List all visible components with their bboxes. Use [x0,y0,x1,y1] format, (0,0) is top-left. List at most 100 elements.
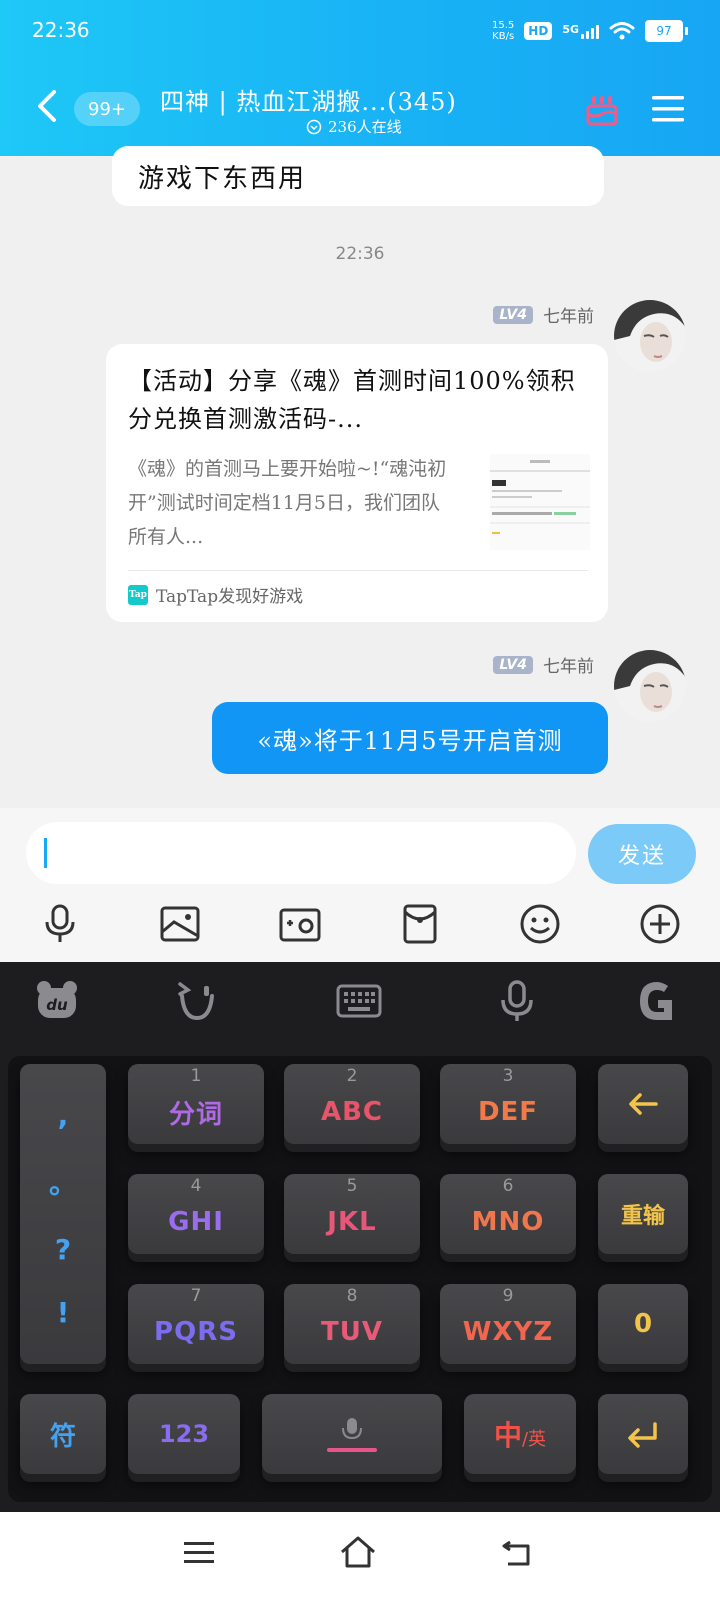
key-9[interactable]: 9 WXYZ [440,1284,576,1364]
net-speed: 15.5 KB/s [492,20,514,42]
taptap-logo-icon: Tap [128,584,148,605]
red-packet-icon[interactable] [398,902,442,946]
key-label: TUV [321,1317,383,1347]
add-icon[interactable] [638,902,682,946]
key-number: 6 [502,1176,514,1196]
unread-badge[interactable]: 99+ [74,92,140,126]
message-input[interactable] [26,822,576,884]
key-comma[interactable]: , [58,1099,69,1132]
link-card[interactable]: 【活动】分享《魂》首测时间100%领积分兑换首测激活码-... 《魂》的首测马上… [106,344,608,622]
key-6[interactable]: 6 MNO [440,1174,576,1254]
keyboard-switch-icon[interactable] [336,978,382,1024]
key-5[interactable]: 5 JKL [284,1174,420,1254]
card-thumbnail [490,454,590,550]
chat-area[interactable]: 游戏下东西用 22:36 LV4 七年前 【活动】分享《魂》首测时间100%领积… [0,146,720,808]
key-number: 3 [502,1066,514,1086]
back-nav-icon[interactable] [500,1536,536,1570]
reinput-label: 重输 [620,1204,665,1229]
key-label: JKL [327,1207,377,1237]
battery-level: 97 [645,20,683,42]
camera-icon[interactable] [278,902,322,946]
svg-text:du: du [46,996,68,1014]
recents-icon[interactable] [182,1538,216,1568]
key-label: 分词 [168,1099,223,1130]
voice-icon[interactable] [38,902,82,946]
status-icons: 15.5 KB/s HD 5G 97 [492,20,688,42]
net-speed-unit: KB/s [492,31,515,42]
punctuation-column[interactable]: , 。 ? ! [20,1064,106,1364]
key-label: WXYZ [462,1317,554,1347]
net-speed-value: 15.5 [492,20,515,31]
gift-icon[interactable] [584,92,620,128]
signal-icon: 5G [562,23,599,39]
emoji-icon[interactable] [518,902,562,946]
key-question[interactable]: ? [55,1233,71,1266]
zero-label: 0 [633,1309,653,1339]
key-label: MNO [471,1207,545,1237]
voice-input-icon[interactable] [494,978,540,1024]
key-7[interactable]: 7 PQRS [128,1284,264,1364]
reinput-key[interactable]: 重输 [598,1174,688,1254]
key-number: 1 [190,1066,202,1086]
backspace-key[interactable] [598,1064,688,1144]
message-bubble[interactable]: 游戏下东西用 [112,146,604,206]
wifi-icon [609,22,635,40]
card-divider [128,570,588,571]
key-4[interactable]: 4 GHI [128,1174,264,1254]
key-exclamation[interactable]: ! [57,1296,70,1329]
key-2[interactable]: 2 ABC [284,1064,420,1144]
my-message-bubble[interactable]: «魂»将于11月5号开启首测 [212,702,608,774]
home-icon[interactable] [338,1534,378,1570]
text-cursor [44,838,47,868]
card-description: 《魂》的首测马上要开始啦~!“魂沌初开”测试时间定档11月5日，我们团队所有人.… [128,458,447,548]
network-type: 5G [562,23,579,36]
key-label: PQRS [154,1317,238,1347]
key-8[interactable]: 8 TUV [284,1284,420,1364]
online-count-text: 236人在线 [328,118,402,136]
group-title[interactable]: 四神 | 热血江湖搬...(345) [160,82,520,117]
symbols-label: 符 [49,1421,76,1452]
key-3[interactable]: 3 DEF [440,1064,576,1144]
logitech-g-icon[interactable] [634,978,680,1024]
key-number: 8 [346,1286,358,1306]
back-icon[interactable] [34,88,62,124]
avatar[interactable] [614,650,686,722]
key-number: 2 [346,1066,358,1086]
card-source: Tap TapTap发现好游戏 [128,582,303,607]
level-badge: LV4 [493,655,533,674]
lang-main-label: 中 [493,1419,522,1452]
key-label: DEF [477,1097,539,1127]
message-text: 游戏下东西用 [138,164,307,194]
key-label: GHI [168,1207,224,1237]
chat-header: 22:36 15.5 KB/s HD 5G 97 99+ 四神 | 热血江湖搬.… [0,0,720,156]
menu-icon[interactable] [650,94,686,124]
emoji-keyboard-icon[interactable] [174,978,220,1024]
space-mic-icon [342,1418,362,1440]
level-badge: LV4 [493,305,533,324]
lang-alt-label: /英 [521,1429,547,1450]
language-switch-key[interactable]: 中 /英 [464,1394,576,1474]
numbers-label: 123 [158,1420,210,1448]
key-0[interactable]: 0 [598,1284,688,1364]
enter-key[interactable] [598,1394,688,1474]
key-1[interactable]: 1 分词 [128,1064,264,1144]
hd-icon: HD [524,22,553,40]
space-key[interactable] [262,1394,442,1474]
numbers-key[interactable]: 123 [128,1394,240,1474]
system-nav-bar [0,1512,720,1600]
message-time: 七年前 [543,657,594,677]
image-icon[interactable] [158,902,202,946]
key-number: 9 [502,1286,514,1306]
online-count: 236人在线 [306,116,402,137]
send-button[interactable]: 发送 [588,824,696,884]
baidu-input-icon[interactable]: du [34,978,80,1024]
space-underline [327,1448,377,1452]
status-time: 22:36 [32,18,90,42]
symbols-key[interactable]: 符 [20,1394,106,1474]
battery-icon: 97 [645,20,688,42]
key-period[interactable]: 。 [49,1162,77,1202]
key-number: 4 [190,1176,202,1196]
avatar[interactable] [614,300,686,372]
message-meta: LV4 七年前 [493,302,594,327]
message-time: 七年前 [543,307,594,327]
